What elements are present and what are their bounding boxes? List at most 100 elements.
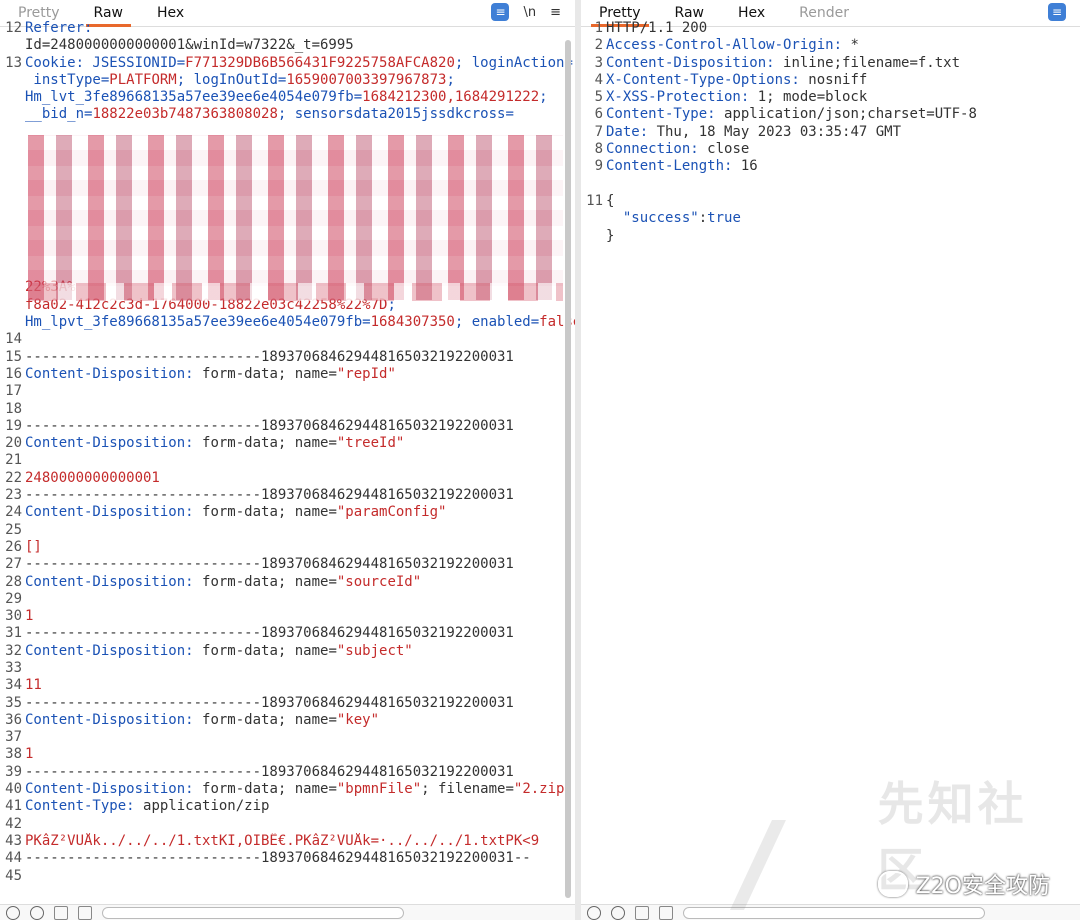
scrollbar[interactable]: [565, 40, 571, 898]
line-number: 6: [594, 106, 603, 123]
line-text: X-XSS-Protection: 1; mode=block: [606, 89, 1080, 106]
line-text: Content-Disposition: inline;filename=f.t…: [606, 55, 1080, 72]
code-token: "bpmnFile": [336, 781, 422, 798]
code-line: 30 1: [0, 608, 575, 625]
scrollbar-thumb[interactable]: [565, 40, 571, 898]
line-text: PKâZ²VÜÅk../../../1.txtKI,OIBÊ€.PKâZ²VÜÅ…: [25, 833, 575, 850]
line-text: Content-Type: application/json;charset=U…: [606, 106, 1080, 123]
search-input[interactable]: [683, 906, 985, 919]
code-token: ; logInOutId=: [176, 71, 287, 88]
code-token: Content-Disposition:: [25, 435, 203, 452]
code-line: 33: [0, 660, 575, 677]
forward-icon[interactable]: [78, 905, 92, 920]
line-number: [581, 176, 606, 193]
line-text: Connection: close: [606, 141, 1080, 158]
line-number: 25: [5, 521, 22, 538]
code-token: ; loginAction=: [454, 54, 573, 71]
code-line: 28 Content-Disposition: form-data; name="…: [0, 574, 575, 591]
code-token: X-Content-Type-Options:: [606, 71, 809, 88]
line-number: [0, 262, 25, 279]
line-text: [25, 452, 575, 469]
watermark-slash: [730, 820, 846, 910]
line-number: 33: [5, 659, 22, 676]
line-text: "success":true: [606, 210, 1080, 227]
code-token: "repId": [336, 365, 396, 382]
line-number: [0, 176, 25, 193]
wrap-lines-icon[interactable]: ≡: [491, 3, 510, 21]
code-token: ----------------------------189370684629…: [25, 850, 531, 867]
show-newlines-button[interactable]: \n: [523, 5, 536, 20]
line-text: {: [606, 193, 1080, 210]
forward-icon[interactable]: [659, 905, 673, 920]
response-tools: ≡: [1048, 3, 1066, 21]
settings-icon[interactable]: [30, 905, 44, 920]
line-number: 34: [5, 677, 22, 694]
line-number: 32: [5, 642, 22, 659]
menu-icon[interactable]: ≡: [550, 5, 561, 20]
code-line: 42: [0, 816, 575, 833]
code-line: 5 X-XSS-Protection: 1; mode=block: [581, 89, 1080, 106]
line-text: [25, 331, 575, 348]
wrap-lines-icon[interactable]: ≡: [1048, 3, 1066, 21]
code-token: Content-Length:: [606, 158, 741, 175]
line-text: ----------------------------189370684629…: [25, 349, 575, 366]
code-token: ; filename=: [421, 781, 514, 798]
back-icon[interactable]: [635, 905, 649, 920]
line-text: Content-Disposition: form-data; name="su…: [25, 643, 575, 660]
line-text: Access-Control-Allow-Origin: *: [606, 37, 1080, 54]
line-number: 22: [5, 469, 22, 486]
code-token: form-data; name=: [202, 781, 337, 798]
line-number: [0, 314, 25, 331]
back-icon[interactable]: [54, 905, 68, 920]
code-line: 19 ----------------------------1893706846…: [0, 418, 575, 435]
response-editor[interactable]: 1 HTTP/1.1 200 2 Access-Control-Allow-Origi…: [581, 20, 1080, 245]
code-token: ----------------------------189370684629…: [25, 763, 514, 780]
line-text: Content-Disposition: form-data; name="tr…: [25, 435, 575, 452]
line-number: [0, 124, 25, 141]
line-text: [25, 660, 575, 677]
code-line: 4 X-Content-Type-Options: nosniff: [581, 72, 1080, 89]
line-text: Date: Thu, 18 May 2023 03:35:47 GMT: [606, 124, 1080, 141]
line-text: __bid_n=18822e03b7487363808028; sensorsd…: [25, 106, 575, 123]
line-number: 3: [594, 54, 603, 71]
line-number: 44: [5, 850, 22, 867]
settings-icon[interactable]: [611, 905, 625, 920]
line-text: 11: [25, 677, 575, 694]
code-token: 1684307350: [370, 314, 455, 331]
line-text: [25, 816, 575, 833]
request-pane: Pretty Raw Hex ≡ \n ≡ 12 Referer: Id=2480…: [0, 0, 575, 920]
code-token: nosniff: [808, 71, 868, 88]
code-line: 41 Content-Type: application/zip: [0, 798, 575, 815]
code-line: 31 ----------------------------1893706846…: [0, 625, 575, 642]
line-text: Hm_lpvt_3fe89668135a57ee39ee6e4054e079fb…: [25, 314, 575, 331]
line-number: [0, 279, 25, 296]
line-text: Content-Disposition: form-data; name="re…: [25, 366, 575, 383]
line-number: 41: [5, 798, 22, 815]
line-text: X-Content-Type-Options: nosniff: [606, 72, 1080, 89]
line-text: [25, 729, 575, 746]
code-line: 27 ----------------------------1893706846…: [0, 556, 575, 573]
line-number: 36: [5, 711, 22, 728]
code-line: 23 ----------------------------1893706846…: [0, 487, 575, 504]
help-icon[interactable]: [587, 905, 601, 920]
help-icon[interactable]: [6, 905, 20, 920]
code-token: form-data; name=: [202, 573, 337, 590]
line-text: []: [25, 539, 575, 556]
line-number: 14: [5, 331, 22, 348]
line-text: ----------------------------189370684629…: [25, 695, 575, 712]
line-number: [0, 72, 25, 89]
line-text: instType=PLATFORM; logInOutId=1659007003…: [25, 72, 575, 89]
code-token: 1; mode=block: [757, 89, 868, 106]
line-number: 38: [5, 746, 22, 763]
redacted-area-2: [28, 283, 563, 301]
line-text: [606, 176, 1080, 193]
line-text: Id=2480000000000001&winId=w7322&_t=6995: [25, 37, 575, 54]
code-line: 25: [0, 522, 575, 539]
search-input[interactable]: [102, 906, 404, 919]
code-token: Content-Disposition:: [25, 365, 203, 382]
watermark-text: Z2O安全攻防: [915, 874, 1050, 899]
code-token: X-XSS-Protection:: [606, 89, 758, 106]
code-line: 45: [0, 868, 575, 885]
code-token: Referer:: [25, 20, 101, 36]
code-token: Connection:: [606, 141, 708, 158]
